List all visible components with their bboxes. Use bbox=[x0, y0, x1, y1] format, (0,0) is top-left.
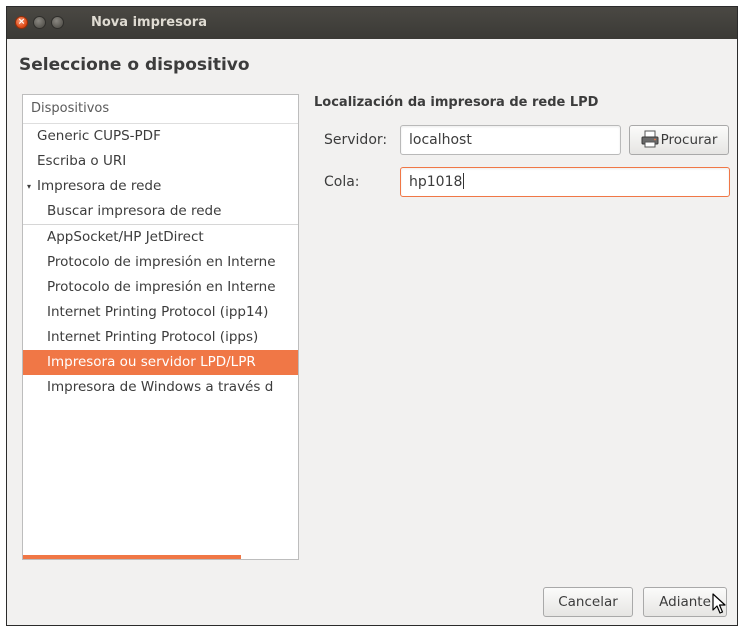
cancel-button[interactable]: Cancelar bbox=[543, 587, 633, 617]
server-label: Servidor: bbox=[324, 132, 388, 148]
scan-progress-bar bbox=[23, 555, 241, 559]
window-title: Nova impresora bbox=[91, 15, 207, 30]
device-label: Impresora ou servidor LPD/LPR bbox=[47, 354, 256, 370]
maximize-icon[interactable] bbox=[51, 16, 64, 29]
device-label: Internet Printing Protocol (ipp14) bbox=[47, 304, 269, 320]
device-list[interactable]: Dispositivos Generic CUPS-PDF Escriba o … bbox=[22, 94, 299, 560]
text-caret bbox=[463, 173, 465, 189]
device-ipp-2[interactable]: Protocolo de impresión en Interne bbox=[23, 275, 298, 300]
device-ipp-1[interactable]: Protocolo de impresión en Interne bbox=[23, 250, 298, 275]
device-find-network-printer[interactable]: Buscar impresora de rede bbox=[23, 199, 298, 225]
title-bar[interactable]: × Nova impresora bbox=[7, 7, 737, 39]
device-appsocket[interactable]: AppSocket/HP JetDirect bbox=[23, 225, 298, 250]
printer-icon bbox=[641, 130, 659, 158]
browse-button[interactable]: Procurar bbox=[629, 125, 729, 155]
device-label: AppSocket/HP JetDirect bbox=[47, 229, 204, 245]
queue-label: Cola: bbox=[324, 174, 360, 190]
device-enter-uri[interactable]: Escriba o URI bbox=[23, 149, 298, 174]
device-ipps[interactable]: Internet Printing Protocol (ipps) bbox=[23, 325, 298, 350]
device-label: Impresora de Windows a través d bbox=[47, 379, 274, 395]
device-label: Protocolo de impresión en Interne bbox=[47, 254, 276, 270]
device-label: Impresora de rede bbox=[37, 178, 162, 194]
new-printer-window: × Nova impresora Seleccione o dispositiv… bbox=[6, 6, 738, 626]
queue-value: hp1018 bbox=[409, 174, 463, 190]
server-value: localhost bbox=[409, 132, 472, 148]
browse-label: Procurar bbox=[660, 132, 718, 148]
device-windows-samba[interactable]: Impresora de Windows a través d bbox=[23, 375, 298, 400]
device-label: Escriba o URI bbox=[37, 153, 127, 169]
device-label: Internet Printing Protocol (ipps) bbox=[47, 329, 259, 345]
device-label: Generic CUPS-PDF bbox=[37, 128, 161, 144]
server-input[interactable]: localhost bbox=[400, 125, 621, 155]
mouse-pointer-icon bbox=[712, 593, 726, 619]
minimize-icon[interactable] bbox=[33, 16, 46, 29]
device-network-printer-group[interactable]: ▾ Impresora de rede bbox=[23, 174, 298, 199]
close-icon[interactable]: × bbox=[15, 16, 28, 29]
triangle-down-icon[interactable]: ▾ bbox=[27, 174, 37, 199]
device-lpd-lpr[interactable]: Impresora ou servidor LPD/LPR bbox=[23, 350, 298, 375]
device-ipp14[interactable]: Internet Printing Protocol (ipp14) bbox=[23, 300, 298, 325]
page-title: Seleccione o dispositivo bbox=[19, 55, 250, 75]
queue-input[interactable]: hp1018 bbox=[400, 167, 730, 197]
device-generic-cups-pdf[interactable]: Generic CUPS-PDF bbox=[23, 124, 298, 149]
device-list-header[interactable]: Dispositivos bbox=[23, 95, 298, 124]
device-label: Protocolo de impresión en Interne bbox=[47, 279, 276, 295]
device-label: Buscar impresora de rede bbox=[47, 203, 222, 219]
section-title: Localización da impresora de rede LPD bbox=[314, 95, 599, 110]
